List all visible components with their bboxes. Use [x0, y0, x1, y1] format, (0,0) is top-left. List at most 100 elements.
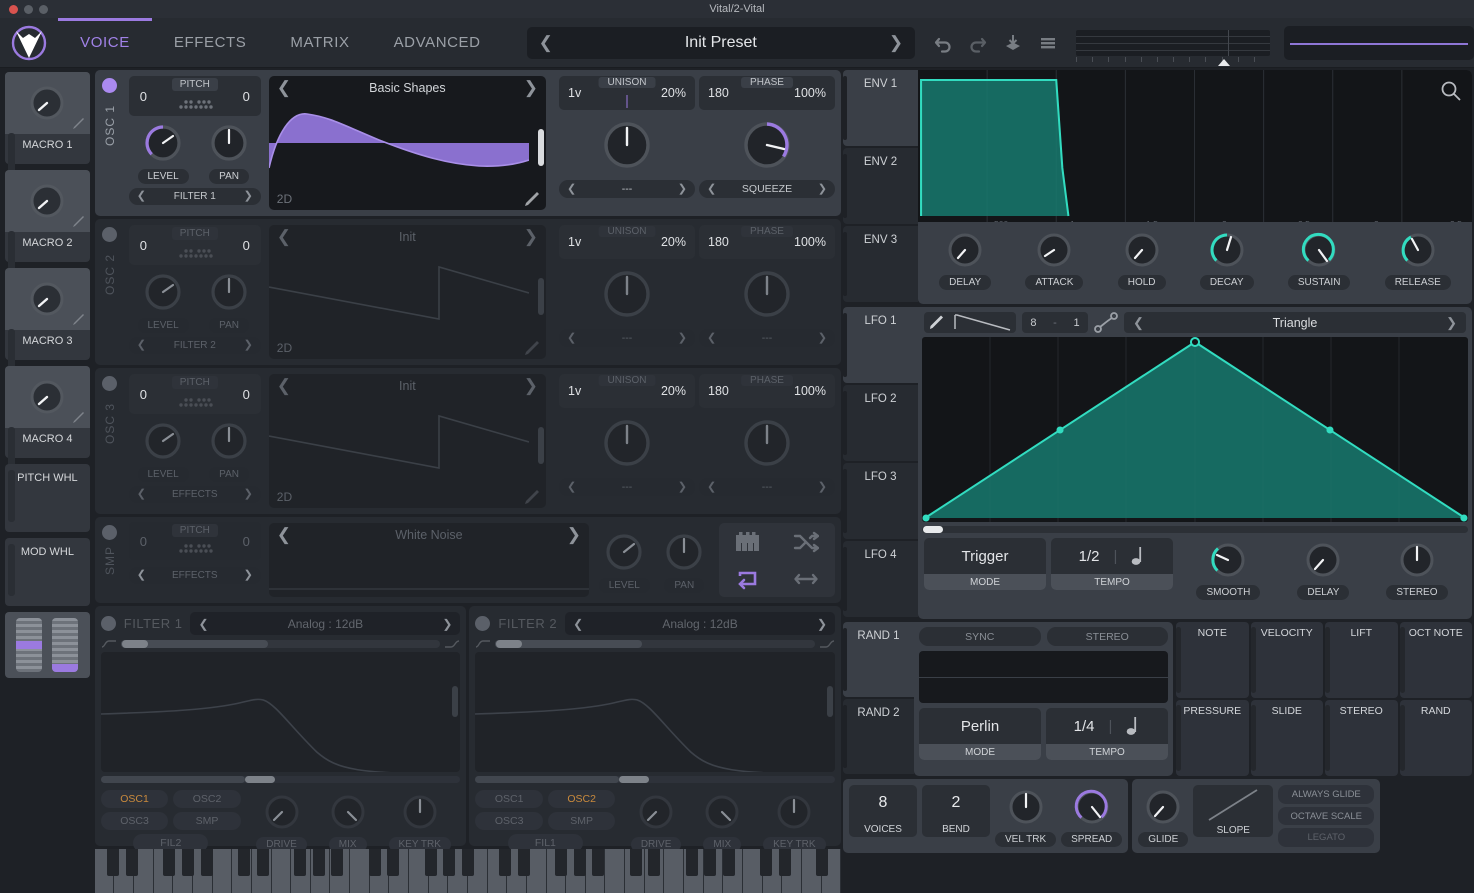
- lfo-tempo-value[interactable]: 1/2: [1079, 548, 1100, 565]
- filter-2-model-selector[interactable]: ❮ Analog : 12dB ❯: [565, 612, 835, 635]
- osc2-phase-box[interactable]: 180 PHASE 100%: [699, 225, 835, 259]
- midi-source-slide[interactable]: SLIDE: [1251, 700, 1324, 776]
- osc3-pan-knob[interactable]: [206, 418, 252, 464]
- lfo-graph[interactable]: [922, 337, 1468, 522]
- osc3-unisonmod-next[interactable]: ❯: [678, 482, 687, 493]
- osc3-unison-voices[interactable]: 1v: [568, 384, 581, 398]
- osc1-frame-slider[interactable]: [550, 70, 559, 216]
- lfo-mode-card[interactable]: Trigger MODE: [924, 538, 1046, 590]
- macro-knob-2[interactable]: [5, 170, 90, 232]
- bend-value[interactable]: 2: [922, 785, 990, 821]
- macro-knob-1[interactable]: [5, 72, 90, 134]
- osc2-phase-value[interactable]: 180: [708, 235, 729, 249]
- osc2-unisonmod-next[interactable]: ❯: [678, 333, 687, 344]
- osc2-unison-mod-selector[interactable]: ❮ --- ❯: [559, 329, 695, 347]
- filter-2-blend-slider[interactable]: [475, 640, 835, 648]
- osc3-level-knob[interactable]: [140, 418, 186, 464]
- black-key[interactable]: [107, 849, 119, 876]
- osc2-unisonmod-prev[interactable]: ❮: [567, 333, 576, 344]
- osc3-unisonmod-prev[interactable]: ❮: [567, 482, 576, 493]
- black-key[interactable]: [499, 849, 511, 876]
- osc2-phasemod-prev[interactable]: ❮: [707, 333, 716, 344]
- lfo-curve-node-icon[interactable]: [1094, 312, 1118, 333]
- random-tempo-row[interactable]: 1/4 |: [1046, 708, 1168, 744]
- tab-lfo-2[interactable]: LFO 2: [843, 385, 918, 461]
- osc1-wt-next[interactable]: ❯: [524, 79, 538, 96]
- black-key[interactable]: [369, 849, 381, 876]
- filter-1-model-selector[interactable]: ❮ Analog : 12dB ❯: [190, 612, 460, 635]
- sampler-prev[interactable]: ❮: [277, 526, 291, 543]
- sampler-dest-prev[interactable]: ❮: [137, 570, 146, 581]
- osc3-frame-slider[interactable]: [550, 368, 559, 514]
- macro-knob-4[interactable]: [5, 366, 90, 428]
- macro-control-3[interactable]: MACRO 3: [5, 268, 90, 360]
- black-key[interactable]: [816, 849, 828, 876]
- shuffle-icon[interactable]: [793, 531, 819, 553]
- random-sync-toggle[interactable]: SYNC: [919, 627, 1041, 646]
- black-key[interactable]: [648, 849, 660, 876]
- osc1-pan-knob[interactable]: [206, 120, 252, 166]
- black-key[interactable]: [779, 849, 791, 876]
- midi-source-pressure[interactable]: PRESSURE: [1176, 700, 1249, 776]
- filter-1-vertical-scrollbar[interactable]: [452, 686, 458, 717]
- filter2-source-osc1[interactable]: OSC1: [475, 790, 543, 808]
- osc1-unison-detune[interactable]: 20%: [661, 86, 686, 100]
- black-key[interactable]: [462, 849, 474, 876]
- osc3-unison-mod-selector[interactable]: ❮ --- ❯: [559, 478, 695, 496]
- vel-trk-knob[interactable]: [1004, 785, 1048, 829]
- sampler-dest-next[interactable]: ❯: [244, 570, 253, 581]
- osc3-phase-box[interactable]: 180 PHASE 100%: [699, 374, 835, 408]
- bend-card[interactable]: 2 BEND: [922, 785, 990, 837]
- osc3-phasemod-prev[interactable]: ❮: [707, 482, 716, 493]
- sampler-tune-value[interactable]: 0: [243, 534, 250, 549]
- pitch-wheel-source[interactable]: PITCH WHL: [5, 464, 90, 532]
- osc1-view-mode[interactable]: 2D: [277, 192, 292, 206]
- lfo-grid-denominator[interactable]: 1: [1074, 317, 1080, 329]
- random-tempo-card[interactable]: 1/4 | TEMPO: [1046, 708, 1168, 760]
- paint-pencil-icon[interactable]: [929, 315, 944, 330]
- tab-env-1[interactable]: ENV 1: [843, 70, 918, 146]
- lfo-paint-shape-control[interactable]: [924, 312, 1016, 333]
- black-key[interactable]: [313, 849, 325, 876]
- black-key[interactable]: [257, 849, 269, 876]
- glide-knob[interactable]: [1141, 785, 1185, 829]
- lfo-tabs[interactable]: LFO 1 LFO 2 LFO 3 LFO 4: [843, 307, 918, 619]
- osc2-wt-prev[interactable]: ❮: [277, 228, 291, 245]
- filter2-source-osc3[interactable]: OSC3: [475, 812, 543, 830]
- filter1-model-prev[interactable]: ❮: [198, 618, 208, 630]
- midi-source-oct-note[interactable]: OCT NOTE: [1400, 622, 1473, 698]
- osc3-phase-value[interactable]: 180: [708, 384, 729, 398]
- osc3-power-toggle[interactable]: [102, 376, 117, 391]
- slope-card[interactable]: SLOPE: [1193, 785, 1273, 837]
- menu-icon[interactable]: [1038, 33, 1058, 53]
- tab-matrix[interactable]: MATRIX: [268, 18, 371, 68]
- macro-control-1[interactable]: MACRO 1: [5, 72, 90, 164]
- osc2-unison-knob[interactable]: [598, 265, 656, 323]
- filter2-drive-knob[interactable]: [634, 790, 678, 834]
- search-icon[interactable]: [1440, 80, 1462, 102]
- bounce-icon[interactable]: [793, 568, 819, 590]
- filter1-power-toggle[interactable]: [101, 616, 116, 631]
- macro-control-2[interactable]: MACRO 2: [5, 170, 90, 262]
- osc1-phase-rand[interactable]: 100%: [794, 86, 826, 100]
- osc2-pan-knob[interactable]: [206, 269, 252, 315]
- filter-2-horizontal-scrollbar[interactable]: [475, 776, 835, 783]
- lfo-grid-numerator[interactable]: 8: [1030, 317, 1036, 329]
- always-glide-toggle[interactable]: ALWAYS GLIDE: [1278, 785, 1374, 804]
- lfo-stereo-knob[interactable]: [1395, 538, 1439, 582]
- note-icon[interactable]: [1126, 716, 1140, 736]
- osc2-wt-next[interactable]: ❯: [524, 228, 538, 245]
- black-key[interactable]: [686, 849, 698, 876]
- sampler-pan-knob[interactable]: [661, 529, 707, 575]
- undo-icon[interactable]: [933, 33, 953, 53]
- lfo-delay-knob[interactable]: [1301, 538, 1345, 582]
- black-key[interactable]: [592, 849, 604, 876]
- osc2-transpose-value[interactable]: 0: [140, 238, 147, 253]
- preset-browser-bar[interactable]: ❮ Init Preset ❯: [527, 27, 916, 59]
- osc3-phase-knob[interactable]: [738, 414, 796, 472]
- osc3-dest-next[interactable]: ❯: [244, 489, 253, 500]
- filter2-source-smp[interactable]: SMP: [548, 812, 616, 830]
- note-icon[interactable]: [1131, 546, 1145, 566]
- midi-source-velocity[interactable]: VELOCITY: [1251, 622, 1324, 698]
- tab-lfo-3[interactable]: LFO 3: [843, 463, 918, 539]
